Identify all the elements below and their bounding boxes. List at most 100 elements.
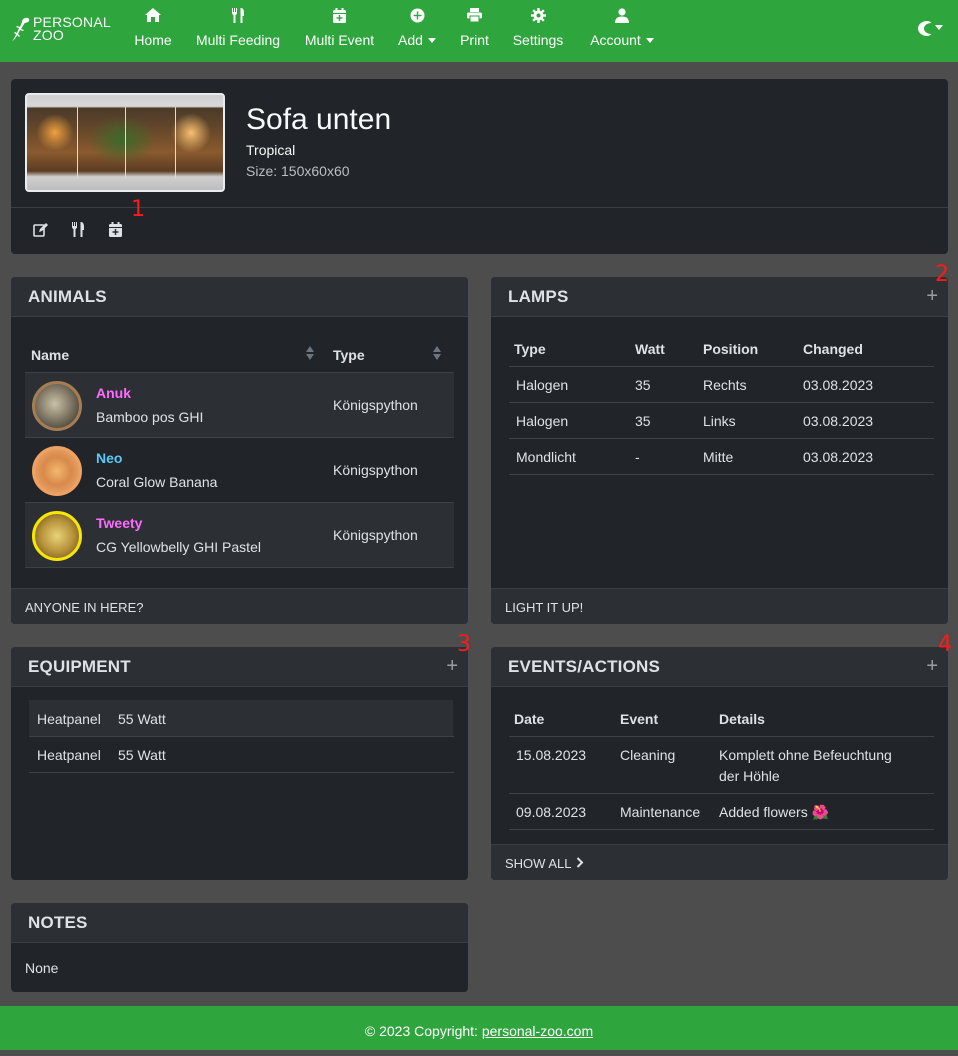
avatar[interactable] (32, 381, 82, 431)
equipment-value: 55 Watt (118, 711, 166, 727)
gear-icon (510, 8, 566, 28)
animals-card-header: ANIMALS (11, 277, 468, 317)
notes-title: NOTES (28, 913, 88, 932)
lamp-position: Links (703, 413, 736, 429)
lamps-card: LAMPS + Type Watt Position Changed Halog… (491, 277, 948, 624)
table-row[interactable]: Tweety CG Yellowbelly GHI Pastel Königsp… (25, 503, 454, 568)
divider (11, 207, 948, 208)
nav-multi-event-label: Multi Event (304, 32, 375, 48)
home-icon (133, 8, 173, 28)
animals-card-footer: ANYONE IN HERE? (11, 588, 468, 624)
equipment-value: 55 Watt (118, 747, 166, 763)
animal-name[interactable]: Tweety (96, 515, 142, 531)
notes-card: NOTES None (11, 903, 468, 992)
site-footer: © 2023 Copyright: personal-zoo.com (0, 1006, 958, 1050)
sort-icon[interactable] (306, 345, 314, 361)
nav-multi-event[interactable]: Multi Event (302, 8, 377, 54)
event-details: Added flowers 🌺 (719, 804, 830, 820)
notes-card-header: NOTES (11, 903, 468, 943)
add-lamp-button[interactable]: + (926, 286, 938, 306)
animal-name[interactable]: Anuk (96, 385, 131, 401)
lamp-type: Mondlicht (516, 449, 576, 465)
nav-home-label: Home (134, 32, 172, 48)
notes-text: None (25, 960, 59, 976)
equipment-title: EQUIPMENT (28, 657, 131, 676)
copyright-text: © 2023 Copyright: (364, 1023, 482, 1039)
sort-icon[interactable] (433, 345, 441, 361)
show-all-link[interactable]: SHOW ALL (505, 856, 584, 871)
brand-logo[interactable]: PERSONAL ZOO (10, 14, 120, 46)
calendar-plus-icon (302, 8, 377, 28)
table-row[interactable]: Anuk Bamboo pos GHI Königspython (25, 373, 454, 438)
column-header-name[interactable]: Name (31, 347, 69, 363)
marker-4: 4 (938, 632, 952, 657)
lamp-changed: 03.08.2023 (803, 377, 874, 393)
animals-footer-text: ANYONE IN HERE? (25, 600, 144, 615)
events-card-header: EVENTS/ACTIONS + (491, 647, 948, 687)
lamp-position: Rechts (703, 377, 747, 393)
terrarium-card: Sofa unten Tropical Size: 150x60x60 (11, 79, 948, 254)
column-header-type[interactable]: Type (333, 347, 365, 363)
lamp-changed: 03.08.2023 (803, 449, 874, 465)
nav-print[interactable]: Print (457, 8, 492, 54)
column-header-event: Event (620, 711, 659, 727)
column-header-watt: Watt (635, 341, 665, 357)
event-type: Maintenance (620, 804, 701, 820)
equipment-card: EQUIPMENT + Heatpanel 55 Watt Heatpanel … (11, 647, 468, 880)
nav-account-label: Account (590, 32, 641, 48)
lamps-card-footer: LIGHT IT UP! (491, 588, 948, 624)
animal-morph: Bamboo pos GHI (96, 409, 204, 425)
column-header-date: Date (514, 711, 545, 727)
animal-type: Königspython (333, 527, 418, 543)
avatar[interactable] (32, 446, 82, 496)
events-card-footer[interactable]: SHOW ALL (491, 844, 948, 880)
nav-settings[interactable]: Settings (510, 8, 566, 54)
add-equipment-button[interactable]: + (446, 656, 458, 676)
avatar[interactable] (32, 511, 82, 561)
nav-home[interactable]: Home (133, 8, 173, 54)
nav-account-dropdown[interactable]: Account (586, 8, 658, 54)
table-row[interactable]: Neo Coral Glow Banana Königspython (25, 438, 454, 503)
utensils-icon[interactable] (71, 222, 85, 242)
equipment-name: Heatpanel (37, 747, 101, 763)
nav-multi-feeding-label: Multi Feeding (195, 32, 281, 48)
animal-morph: CG Yellowbelly GHI Pastel (96, 539, 261, 555)
edit-icon[interactable] (33, 222, 49, 242)
lamp-type: Halogen (516, 377, 569, 393)
nav-add-label: Add (398, 32, 423, 48)
user-icon (586, 8, 658, 28)
event-date: 15.08.2023 (516, 747, 587, 763)
chevron-down-icon (645, 37, 654, 43)
marker-2: 2 (935, 262, 949, 287)
site-link[interactable]: personal-zoo.com (482, 1023, 593, 1039)
add-event-button[interactable]: + (926, 656, 938, 676)
column-header-position: Position (703, 341, 759, 357)
terrarium-photo[interactable] (25, 93, 225, 192)
events-card: EVENTS/ACTIONS + Date Event Details 15.0… (491, 647, 948, 880)
lamp-type: Halogen (516, 413, 569, 429)
lamp-watt: - (635, 449, 640, 465)
theme-toggle[interactable] (918, 20, 943, 40)
nav-multi-feeding[interactable]: Multi Feeding (193, 8, 283, 54)
nav-add-dropdown[interactable]: Add (396, 8, 438, 54)
moon-icon (918, 21, 932, 37)
nav-settings-label: Settings (512, 32, 564, 48)
equipment-name: Heatpanel (37, 711, 101, 727)
navbar: PERSONAL ZOO Home Multi Feeding Multi Ev… (0, 0, 958, 62)
lamp-watt: 35 (635, 377, 651, 393)
plus-circle-icon (396, 8, 438, 28)
chevron-down-icon (935, 25, 943, 31)
calendar-plus-icon[interactable] (109, 222, 122, 242)
marker-1: 1 (131, 197, 145, 222)
terrarium-size: Size: 150x60x60 (246, 163, 350, 179)
terrarium-title: Sofa unten (246, 103, 392, 136)
lamps-title: LAMPS (508, 287, 569, 306)
print-icon (457, 8, 492, 28)
lamp-changed: 03.08.2023 (803, 413, 874, 429)
lamp-position: Mitte (703, 449, 734, 465)
animal-name[interactable]: Neo (96, 450, 122, 466)
table-row: Heatpanel 55 Watt (29, 737, 453, 773)
animal-type: Königspython (333, 462, 418, 478)
lamp-watt: 35 (635, 413, 651, 429)
column-header-changed: Changed (803, 341, 863, 357)
